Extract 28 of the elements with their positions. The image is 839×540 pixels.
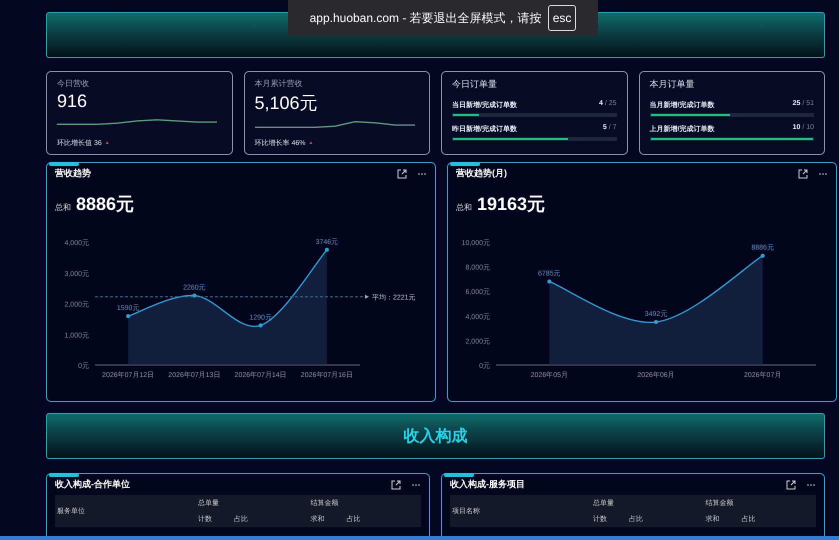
sum-value: 19163元	[477, 193, 546, 216]
data-point	[547, 280, 552, 284]
card-title: 今日订单量	[452, 78, 498, 91]
panel-title: 收入构成-合作单位	[55, 478, 131, 491]
kpi-value: 5,106元	[254, 92, 319, 115]
panel-title: 收入构成-服务项目	[450, 478, 526, 491]
section-title: 收入构成	[404, 426, 468, 446]
notice-text: app.huoban.com - 若要退出全屏模式，请按	[310, 10, 542, 26]
data-point	[654, 320, 658, 324]
kpi-title: 本月累计营收	[254, 78, 304, 89]
open-external-icon[interactable]	[391, 480, 401, 490]
data-point	[126, 314, 130, 318]
sum-label: 总和	[55, 202, 71, 213]
sum-label: 总和	[456, 202, 472, 213]
data-point	[324, 248, 329, 252]
open-external-icon[interactable]	[397, 168, 407, 178]
open-external-icon[interactable]	[798, 168, 808, 178]
esc-key: esc	[548, 5, 576, 31]
open-external-icon[interactable]	[786, 480, 796, 490]
data-point	[192, 294, 196, 298]
card-title: 本月订单量	[650, 78, 696, 91]
data-point	[258, 323, 263, 328]
panel-title: 营收趋势(月)	[456, 167, 508, 180]
kpi-value: 916	[57, 91, 88, 112]
sum-value: 8886元	[76, 193, 134, 216]
kpi-title: 今日营收	[57, 78, 90, 89]
panel-title: 营收趋势	[55, 167, 92, 180]
data-point	[760, 254, 765, 258]
